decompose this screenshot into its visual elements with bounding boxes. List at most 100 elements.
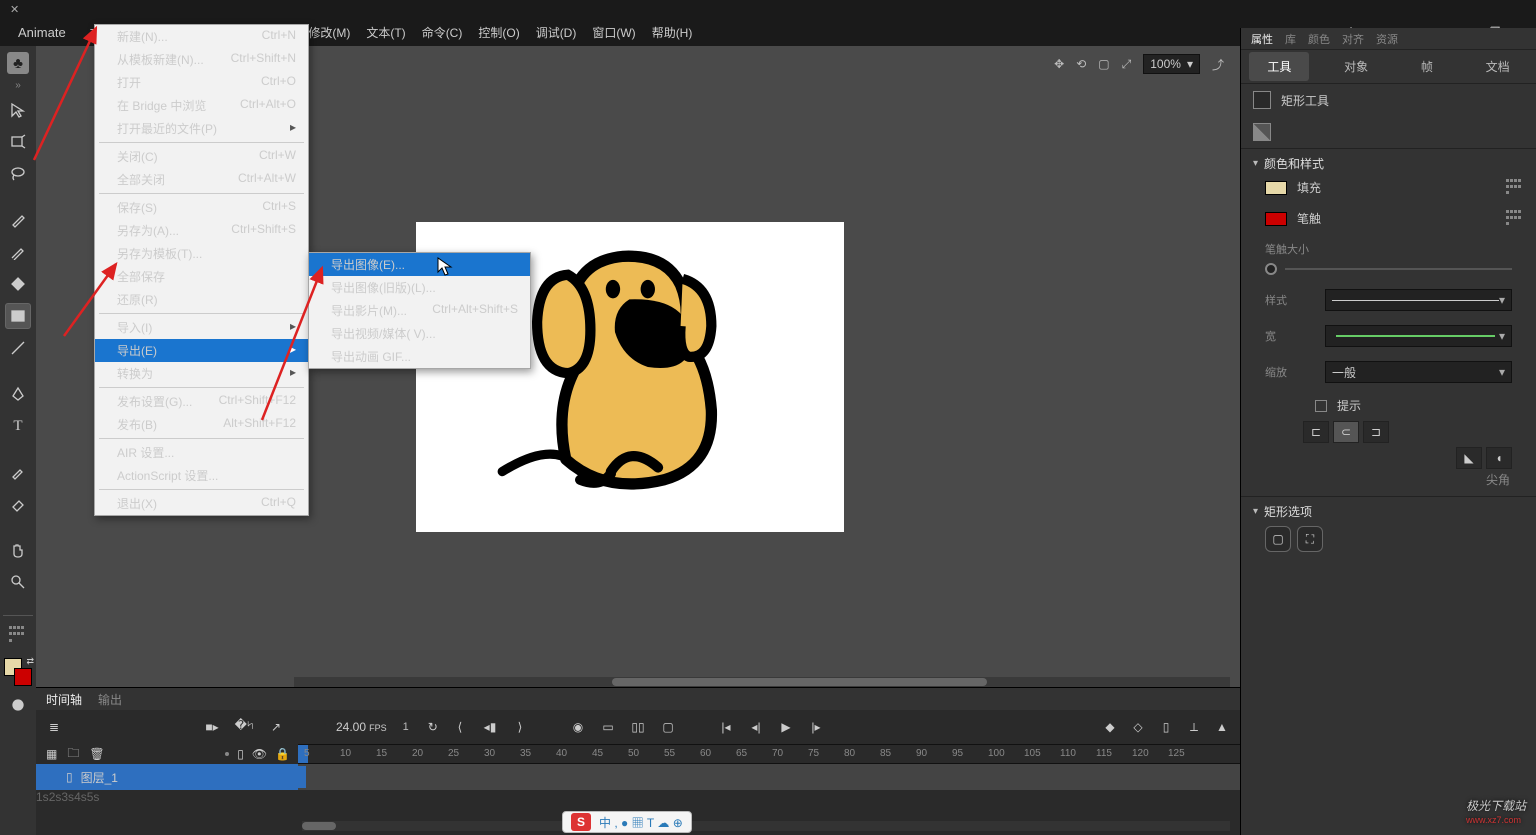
- loop-icon[interactable]: ↻: [425, 719, 441, 735]
- stroke-color-swatch[interactable]: [1265, 212, 1287, 226]
- file-menu-item[interactable]: 打开Ctrl+O: [95, 71, 308, 94]
- section-color-style[interactable]: 颜色和样式: [1253, 155, 1524, 172]
- lasso-tool[interactable]: [5, 161, 31, 187]
- join-round-button[interactable]: ◖: [1486, 447, 1512, 469]
- stage-clip-icon[interactable]: ▢: [1098, 57, 1109, 71]
- file-menu-item[interactable]: 新建(N)...Ctrl+N: [95, 25, 308, 48]
- goto-first-icon[interactable]: ⟨: [452, 719, 468, 735]
- prop-tab[interactable]: 属性: [1251, 31, 1273, 47]
- prev-frame-icon[interactable]: ◂|: [748, 719, 764, 735]
- options-icon[interactable]: [5, 622, 31, 648]
- corner-radius-button[interactable]: ▢: [1265, 526, 1291, 552]
- prop-subtab[interactable]: 工具: [1249, 52, 1309, 81]
- timeline-ruler[interactable]: 5101520253035404550556065707580859095100…: [298, 744, 1240, 764]
- file-menu-item[interactable]: 从模板新建(N)...Ctrl+Shift+N: [95, 48, 308, 71]
- cap-butt-button[interactable]: ⊏: [1303, 421, 1329, 443]
- object-drawing-toggle[interactable]: [1253, 123, 1271, 141]
- ime-toolbar[interactable]: S 中 , ● ▦ T ☁ ⊕: [562, 811, 692, 833]
- color-swatches[interactable]: ⇄: [4, 658, 32, 686]
- text-tool[interactable]: T: [5, 413, 31, 439]
- eyedropper-tool[interactable]: [5, 459, 31, 485]
- new-folder-button[interactable]: 🗀: [67, 744, 79, 765]
- ime-logo-icon[interactable]: S: [571, 813, 591, 831]
- menu-6[interactable]: 命令(C): [414, 19, 471, 46]
- prop-subtab[interactable]: 对象: [1326, 52, 1386, 81]
- zoom-dropdown[interactable]: 100%▾: [1143, 54, 1200, 74]
- export-menu-item[interactable]: 导出图像(旧版)(L)...: [309, 276, 530, 299]
- rewind-icon[interactable]: |◂: [718, 719, 734, 735]
- menu-8[interactable]: 调试(D): [528, 19, 585, 46]
- file-menu-item[interactable]: ActionScript 设置...: [95, 464, 308, 487]
- layer-row[interactable]: ▯图层_1: [36, 764, 1240, 790]
- file-menu-item[interactable]: 在 Bridge 中浏览Ctrl+Alt+O: [95, 94, 308, 117]
- file-menu-item[interactable]: 另存为(A)...Ctrl+Shift+S: [95, 219, 308, 242]
- timeline-layers-icon[interactable]: ≣: [46, 719, 62, 735]
- export-menu-item[interactable]: 导出图像(E)...: [309, 253, 530, 276]
- keyframe-camera-icon[interactable]: ■▸: [204, 719, 220, 735]
- corner-radius-expand-button[interactable]: ⛶: [1297, 526, 1323, 552]
- stage-h-scrollbar[interactable]: [294, 677, 1230, 687]
- insert-keyframe-icon[interactable]: ◆: [1102, 719, 1118, 735]
- scale-dropdown[interactable]: 一般▾: [1325, 361, 1512, 383]
- hand-tool[interactable]: [5, 537, 31, 563]
- timeline-zoom-icon[interactable]: ⟂: [1186, 719, 1202, 735]
- export-menu-item[interactable]: 导出视频/媒体( V)...: [309, 322, 530, 345]
- cap-round-button[interactable]: ⊂: [1333, 421, 1359, 443]
- prop-tab[interactable]: 对齐: [1342, 31, 1364, 47]
- layer-track[interactable]: [298, 764, 1240, 790]
- export-menu-item[interactable]: 导出动画 GIF...: [309, 345, 530, 368]
- object-drawing-icon[interactable]: [5, 692, 31, 718]
- fill-color-swatch[interactable]: [1265, 181, 1287, 195]
- workspace-icon[interactable]: ♣: [7, 52, 29, 74]
- pencil-tool[interactable]: [5, 239, 31, 265]
- line-tool[interactable]: [5, 335, 31, 361]
- prop-tab[interactable]: 颜色: [1308, 31, 1330, 47]
- timeline-h-scrollbar[interactable]: [302, 821, 1230, 831]
- stroke-options-icon[interactable]: [1506, 210, 1524, 228]
- panel-collapse-icon[interactable]: »: [15, 80, 21, 91]
- timeline-menu-icon[interactable]: ▲: [1214, 719, 1230, 735]
- layer-lock-icon[interactable]: 🔒: [275, 747, 290, 761]
- file-menu-item[interactable]: 全部关闭Ctrl+Alt+W: [95, 168, 308, 191]
- export-menu-item[interactable]: 导出影片(M)...Ctrl+Alt+Shift+S: [309, 299, 530, 322]
- prop-tab[interactable]: 资源: [1376, 31, 1398, 47]
- section-rect-options[interactable]: 矩形选项: [1253, 503, 1524, 520]
- insert-frame-icon[interactable]: ▯: [1158, 719, 1174, 735]
- fill-tool[interactable]: [5, 271, 31, 297]
- keyframe-graph-icon[interactable]: �৸: [236, 719, 252, 735]
- brush-tool[interactable]: [5, 207, 31, 233]
- free-transform-tool[interactable]: [5, 129, 31, 155]
- file-menu-item[interactable]: 保存(S)Ctrl+S: [95, 196, 308, 219]
- menu-9[interactable]: 窗口(W): [584, 19, 643, 46]
- file-menu-item[interactable]: 关闭(C)Ctrl+W: [95, 145, 308, 168]
- menu-4[interactable]: 修改(M): [300, 19, 358, 46]
- pen-tool[interactable]: [5, 381, 31, 407]
- file-menu-item[interactable]: 打开最近的文件(P): [95, 117, 308, 140]
- marker-icon[interactable]: ▢: [660, 719, 676, 735]
- app-tab-close[interactable]: ✕: [10, 3, 19, 16]
- goto-last-icon[interactable]: ⟩: [512, 719, 528, 735]
- onion-skin-icon[interactable]: ◉: [570, 719, 586, 735]
- new-layer-button[interactable]: ▦: [46, 747, 57, 761]
- menu-5[interactable]: 文本(T): [358, 19, 413, 46]
- layer-visibility-icon[interactable]: 👁: [252, 747, 267, 761]
- file-menu-item[interactable]: 退出(X)Ctrl+Q: [95, 492, 308, 515]
- zoom-tool[interactable]: [5, 569, 31, 595]
- prop-subtab[interactable]: 文档: [1468, 52, 1528, 81]
- next-frame-icon[interactable]: |▸: [808, 719, 824, 735]
- eraser-tool[interactable]: [5, 491, 31, 517]
- prop-tab[interactable]: 库: [1285, 31, 1296, 47]
- width-profile-dropdown[interactable]: ▾: [1325, 325, 1512, 347]
- layer-highlight-dot[interactable]: [225, 752, 229, 756]
- edit-multiple-icon[interactable]: ▯▯: [630, 719, 646, 735]
- step-back-icon[interactable]: ◂▮: [482, 719, 498, 735]
- join-miter-button[interactable]: ◣: [1456, 447, 1482, 469]
- keyframe[interactable]: [298, 766, 306, 788]
- stage-fit-icon[interactable]: ⤢: [1122, 57, 1132, 72]
- keyframe-ease-icon[interactable]: ↗: [268, 719, 284, 735]
- stroke-style-dropdown[interactable]: ▾: [1325, 289, 1512, 311]
- delete-layer-button[interactable]: 🗑: [89, 747, 104, 761]
- selection-tool[interactable]: [5, 97, 31, 123]
- stage-center-icon[interactable]: ✥: [1054, 57, 1064, 71]
- prop-subtab[interactable]: 帧: [1403, 52, 1451, 81]
